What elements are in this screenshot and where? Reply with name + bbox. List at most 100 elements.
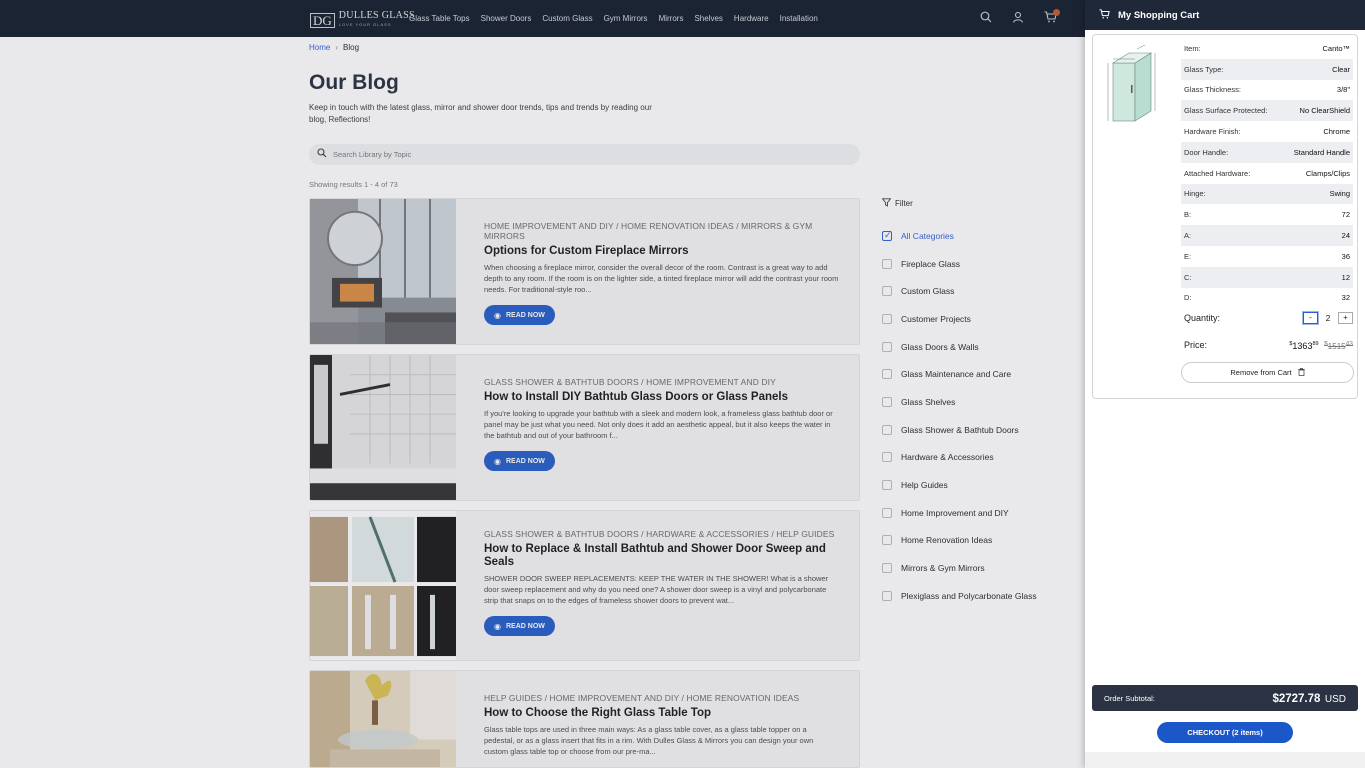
site-logo[interactable]: DG DULLES GLASS LOVE YOUR GLASS [310, 11, 415, 29]
blog-card: GLASS SHOWER & BATHTUB DOORS / HARDWARE … [309, 510, 860, 661]
category-item[interactable]: Help Guides [882, 471, 1037, 499]
checkbox[interactable] [882, 535, 892, 546]
checkbox[interactable] [882, 341, 892, 352]
breadcrumb-current: Blog [343, 43, 360, 52]
read-now-button[interactable]: ◉ READ NOW [484, 616, 555, 636]
page-intro: Keep in touch with the latest glass, mir… [309, 103, 652, 124]
search-bar[interactable] [309, 144, 860, 165]
item-spec-list: Item: Canto™ Glass Type: Clear Glass Thick… [1181, 38, 1353, 308]
category-filter-list: All Categories Fireplace Glass Custom Gl… [882, 222, 1037, 610]
search-input[interactable] [333, 150, 833, 159]
category-item[interactable]: Home Improvement and DIY [882, 499, 1037, 527]
category-item[interactable]: Plexiglass and Polycarbonate Glass [882, 582, 1037, 610]
cart-icon [1099, 8, 1110, 22]
logo-name: DULLES GLASS [338, 10, 415, 21]
category-item[interactable]: Glass Shower & Bathtub Doors [882, 416, 1037, 444]
checkbox[interactable] [882, 369, 892, 380]
quantity-label: Quantity: [1184, 313, 1221, 323]
spec-row: Attached Hardware: Clamps/Clips [1184, 168, 1350, 178]
post-thumbnail-image[interactable] [310, 199, 456, 344]
category-item[interactable]: Glass Shelves [882, 388, 1037, 416]
post-thumbnail-image[interactable] [310, 511, 456, 660]
nav-installation[interactable]: Installation [780, 14, 818, 23]
category-item[interactable]: Home Renovation Ideas [882, 527, 1037, 555]
price-label: Price: [1184, 340, 1208, 351]
checkout-button[interactable]: CHECKOUT (2 items) [1157, 722, 1293, 743]
checkbox[interactable] [882, 396, 892, 407]
blog-card: HOME IMPROVEMENT AND DIY / HOME RENOVATI… [309, 198, 860, 345]
logo-mark: DG [310, 12, 335, 28]
spec-row: Glass Surface Protected: No ClearShield [1181, 100, 1353, 122]
cart-item-card: Item: Canto™ Glass Type: Clear Glass Thick… [1092, 34, 1358, 399]
post-title[interactable]: How to Replace & Install Bathtub and Sho… [484, 543, 839, 569]
post-categories[interactable]: GLASS SHOWER & BATHTUB DOORS / HARDWARE … [484, 529, 839, 539]
nav-shelves[interactable]: Shelves [694, 14, 722, 23]
spec-row: Hardware Finish: Chrome [1184, 127, 1350, 137]
filter-heading[interactable]: Filter [881, 198, 913, 209]
quantity-row: Quantity: - 2 + [1184, 312, 1353, 324]
category-item[interactable]: Customer Projects [882, 305, 1037, 333]
nav-mirrors[interactable]: Mirrors [659, 14, 684, 23]
order-subtotal-bar: Order Subtotal: $2727.78 USD [1092, 685, 1358, 711]
search-icon[interactable] [979, 11, 993, 25]
filter-icon [881, 198, 892, 209]
checkbox[interactable] [882, 313, 892, 324]
eye-icon: ◉ [494, 456, 501, 466]
nav-hardware[interactable]: Hardware [734, 14, 769, 23]
remove-from-cart-button[interactable]: Remove from Cart [1181, 362, 1354, 383]
post-excerpt: SHOWER DOOR SWEEP REPLACEMENTS: KEEP THE… [484, 574, 829, 605]
logo-tagline: LOVE YOUR GLASS [338, 22, 392, 27]
quantity-value[interactable]: 2 [1323, 313, 1333, 323]
category-all[interactable]: All Categories [882, 222, 1037, 250]
post-title[interactable]: Options for Custom Fireplace Mirrors [484, 245, 839, 258]
checkbox[interactable] [882, 424, 892, 435]
category-item[interactable]: Custom Glass [882, 277, 1037, 305]
post-title[interactable]: How to Install DIY Bathtub Glass Doors o… [484, 391, 839, 404]
checkbox[interactable] [882, 258, 892, 269]
breadcrumb-home[interactable]: Home [309, 43, 330, 52]
post-categories[interactable]: GLASS SHOWER & BATHTUB DOORS / HOME IMPR… [484, 377, 839, 387]
post-categories[interactable]: HOME IMPROVEMENT AND DIY / HOME RENOVATI… [484, 221, 839, 241]
blog-card: HELP GUIDES / HOME IMPROVEMENT AND DIY /… [309, 670, 860, 768]
drawer-footer [1085, 752, 1365, 768]
nav-custom-glass[interactable]: Custom Glass [542, 14, 592, 23]
nav-shower-doors[interactable]: Shower Doors [481, 14, 532, 23]
post-thumbnail-image[interactable] [310, 671, 456, 767]
checkbox[interactable] [882, 480, 892, 491]
category-item[interactable]: Mirrors & Gym Mirrors [882, 554, 1037, 582]
decrease-quantity-button[interactable]: - [1303, 312, 1318, 324]
category-item[interactable]: Fireplace Glass [882, 250, 1037, 278]
product-diagram-image [1107, 45, 1156, 122]
category-item[interactable]: Glass Doors & Walls [882, 333, 1037, 361]
checkbox[interactable] [882, 590, 892, 601]
post-title[interactable]: How to Choose the Right Glass Table Top [484, 707, 839, 720]
post-excerpt: Glass table tops are used in three main … [484, 725, 814, 756]
checkbox[interactable] [882, 452, 892, 463]
increase-quantity-button[interactable]: + [1338, 312, 1353, 324]
spec-row: Glass Type: Clear [1181, 58, 1353, 80]
checkbox[interactable] [882, 286, 892, 297]
cart-count-badge [1053, 9, 1060, 16]
nav-gym-mirrors[interactable]: Gym Mirrors [604, 14, 648, 23]
search-icon [317, 148, 327, 161]
nav-glass-table-tops[interactable]: Glass Table Tops [409, 14, 470, 23]
subtotal-value: $2727.78 USD [1272, 693, 1346, 705]
read-now-button[interactable]: ◉ READ NOW [484, 451, 555, 471]
spec-row: D: 32 [1184, 293, 1350, 303]
checkbox[interactable] [882, 507, 892, 518]
user-icon[interactable] [1011, 11, 1025, 25]
current-price: $136389 [1289, 340, 1319, 351]
results-count: Showing results 1 - 4 of 73 [309, 180, 398, 189]
main-nav: Glass Table Tops Shower Doors Custom Gla… [409, 0, 818, 37]
price-row: Price: $136389 $151543 [1184, 340, 1353, 351]
category-item[interactable]: Glass Maintenance and Care [882, 360, 1037, 388]
quantity-stepper: - 2 + [1303, 312, 1353, 324]
read-now-button[interactable]: ◉ READ NOW [484, 305, 555, 325]
trash-icon [1297, 367, 1305, 378]
category-item[interactable]: Hardware & Accessories [882, 444, 1037, 472]
post-categories[interactable]: HELP GUIDES / HOME IMPROVEMENT AND DIY /… [484, 693, 839, 703]
checkbox-checked[interactable] [882, 230, 892, 241]
checkbox[interactable] [882, 563, 892, 574]
post-thumbnail-image[interactable] [310, 355, 456, 500]
breadcrumb: Home › Blog [309, 43, 359, 52]
